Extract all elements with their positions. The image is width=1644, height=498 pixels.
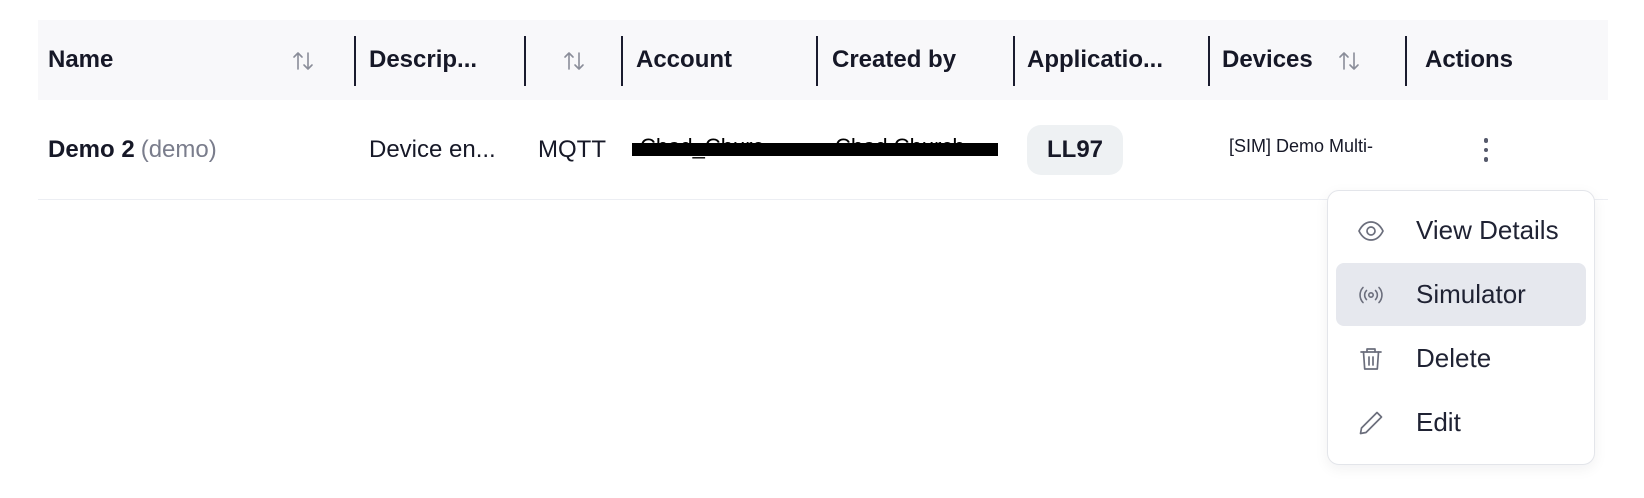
column-divider[interactable] (354, 36, 356, 86)
sort-icon[interactable] (561, 48, 587, 74)
sort-icon[interactable] (290, 48, 316, 74)
menu-item-edit[interactable]: Edit (1336, 391, 1586, 454)
row-application: LL97 (1047, 136, 1104, 163)
column-header-devices[interactable]: Devices (1222, 20, 1313, 100)
column-header-actions: Actions (1425, 20, 1513, 100)
column-divider[interactable] (1208, 36, 1210, 86)
column-header-name-label: Name (48, 46, 114, 73)
eye-icon (1356, 216, 1386, 246)
column-header-account-label: Account (636, 46, 732, 73)
pencil-icon (1356, 408, 1386, 438)
menu-item-view-details[interactable]: View Details (1336, 199, 1586, 262)
column-divider[interactable] (621, 36, 623, 86)
column-divider[interactable] (1405, 36, 1407, 86)
column-header-account[interactable]: Account (636, 20, 732, 100)
menu-item-simulator[interactable]: Simulator (1336, 263, 1586, 326)
column-header-created-by-label: Created by (832, 46, 957, 73)
sort-icon[interactable] (1336, 48, 1362, 74)
cell-description: Device en... (369, 100, 496, 200)
column-header-actions-label: Actions (1425, 46, 1514, 73)
table-header-row: Name Descrip... Account Created by Appli… (38, 20, 1608, 100)
column-divider[interactable] (524, 36, 526, 86)
column-header-description-label: Descrip... (369, 46, 478, 73)
column-header-application-label: Applicatio... (1027, 46, 1164, 73)
menu-item-label: Edit (1416, 407, 1461, 437)
trash-icon (1356, 344, 1386, 374)
row-name: Demo 2 (48, 136, 135, 163)
column-header-devices-label: Devices (1222, 46, 1313, 73)
redaction-bar (632, 143, 998, 156)
menu-item-label: Delete (1416, 343, 1492, 373)
actions-menu: View Details Simulator Delete Edit (1327, 190, 1595, 465)
row-name-sub: (demo) (140, 136, 217, 163)
menu-item-delete[interactable]: Delete (1336, 327, 1586, 390)
broadcast-icon (1356, 280, 1386, 310)
row-protocol: MQTT (538, 136, 606, 163)
column-header-description[interactable]: Descrip... (369, 20, 477, 100)
application-badge: LL97 (1027, 125, 1124, 175)
column-header-name[interactable]: Name (48, 20, 113, 100)
menu-item-label: Simulator (1416, 279, 1526, 309)
menu-item-label: View Details (1416, 215, 1559, 245)
column-header-application[interactable]: Applicatio... (1027, 20, 1163, 100)
cell-name[interactable]: Demo 2 (demo) (48, 100, 217, 200)
column-divider[interactable] (1013, 36, 1015, 86)
kebab-menu-icon[interactable] (1472, 130, 1500, 170)
table-row[interactable]: Demo 2 (demo) Device en... MQTT Chad_Chu… (38, 100, 1608, 200)
column-divider[interactable] (816, 36, 818, 86)
row-devices: [SIM] Demo Multi- (1229, 136, 1374, 156)
row-description: Device en... (369, 136, 496, 163)
data-table: Name Descrip... Account Created by Appli… (38, 20, 1608, 200)
column-header-created-by[interactable]: Created by (832, 20, 956, 100)
cell-protocol: MQTT (538, 100, 606, 200)
